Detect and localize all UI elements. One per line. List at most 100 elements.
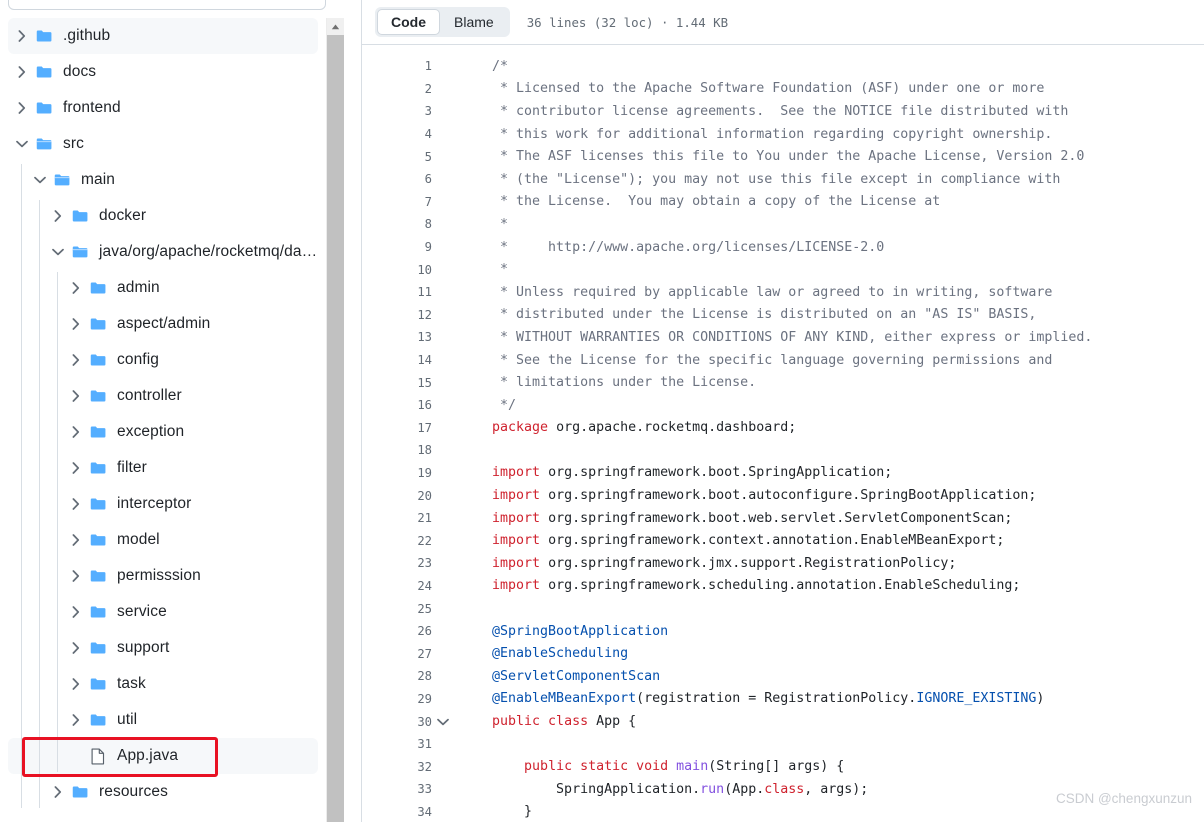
tree-item-folder[interactable]: aspect/admin bbox=[8, 306, 318, 342]
line-number[interactable]: 16 bbox=[362, 398, 432, 412]
tree-item-folder[interactable]: model bbox=[8, 522, 318, 558]
scroll-up-arrow-icon[interactable] bbox=[327, 18, 344, 35]
tree-item-folder[interactable]: docs bbox=[8, 54, 318, 90]
line-number[interactable]: 30 bbox=[362, 715, 432, 729]
tree-item-label: resources bbox=[99, 783, 168, 801]
code-line-content: * limitations under the License. bbox=[476, 375, 757, 391]
line-number[interactable]: 2 bbox=[362, 82, 432, 96]
line-number[interactable]: 17 bbox=[362, 421, 432, 435]
line-number[interactable]: 20 bbox=[362, 489, 432, 503]
tree-item-label: task bbox=[117, 675, 146, 693]
line-number[interactable]: 31 bbox=[362, 737, 432, 751]
chevron-right-icon[interactable] bbox=[68, 388, 84, 404]
line-number[interactable]: 29 bbox=[362, 692, 432, 706]
line-number[interactable]: 33 bbox=[362, 782, 432, 796]
line-number[interactable]: 4 bbox=[362, 127, 432, 141]
line-number[interactable]: 32 bbox=[362, 760, 432, 774]
file-tree: .github docs frontend src main docker java/org… bbox=[0, 18, 326, 822]
chevron-right-icon[interactable] bbox=[68, 496, 84, 512]
code-line: 20 import org.springframework.boot.autoc… bbox=[362, 484, 1204, 507]
line-number[interactable]: 5 bbox=[362, 150, 432, 164]
code-line: 16 */ bbox=[362, 394, 1204, 417]
line-number[interactable]: 6 bbox=[362, 172, 432, 186]
code-line: 12 * distributed under the License is di… bbox=[362, 304, 1204, 327]
chevron-right-icon[interactable] bbox=[68, 532, 84, 548]
sidebar-scrollbar[interactable] bbox=[326, 18, 344, 822]
line-number[interactable]: 3 bbox=[362, 104, 432, 118]
tree-item-folder[interactable]: util bbox=[8, 702, 318, 738]
line-number[interactable]: 28 bbox=[362, 669, 432, 683]
line-number[interactable]: 22 bbox=[362, 534, 432, 548]
sidebar-scrollbar-thumb[interactable] bbox=[327, 35, 344, 822]
tree-item-folder[interactable]: src bbox=[8, 126, 318, 162]
chevron-right-icon[interactable] bbox=[68, 424, 84, 440]
chevron-down-icon[interactable] bbox=[14, 136, 30, 152]
chevron-right-icon[interactable] bbox=[68, 280, 84, 296]
line-number[interactable]: 34 bbox=[362, 805, 432, 819]
line-number[interactable]: 15 bbox=[362, 376, 432, 390]
line-number[interactable]: 7 bbox=[362, 195, 432, 209]
tree-item-folder[interactable]: controller bbox=[8, 378, 318, 414]
line-number[interactable]: 9 bbox=[362, 240, 432, 254]
line-number[interactable]: 1 bbox=[362, 59, 432, 73]
chevron-right-icon[interactable] bbox=[68, 676, 84, 692]
chevron-down-icon[interactable] bbox=[32, 172, 48, 188]
line-number[interactable]: 11 bbox=[362, 285, 432, 299]
tree-item-label: src bbox=[63, 135, 84, 153]
folder-icon bbox=[90, 604, 106, 620]
tab-code[interactable]: Code bbox=[377, 9, 440, 35]
line-number[interactable]: 21 bbox=[362, 511, 432, 525]
tree-item-folder[interactable]: exception bbox=[8, 414, 318, 450]
line-number[interactable]: 23 bbox=[362, 556, 432, 570]
tree-item-folder[interactable]: config bbox=[8, 342, 318, 378]
code-line-content: @EnableMBeanExport(registration = Regist… bbox=[492, 691, 1045, 707]
chevron-right-icon[interactable] bbox=[68, 460, 84, 476]
line-number[interactable]: 10 bbox=[362, 263, 432, 277]
tree-item-folder[interactable]: service bbox=[8, 594, 318, 630]
line-number[interactable]: 13 bbox=[362, 330, 432, 344]
line-number[interactable]: 25 bbox=[362, 602, 432, 616]
code-line-content: /* bbox=[492, 58, 509, 74]
tree-item-folder[interactable]: filter bbox=[8, 450, 318, 486]
tree-item-folder[interactable]: support bbox=[8, 630, 318, 666]
chevron-right-icon[interactable] bbox=[68, 604, 84, 620]
tree-item-folder[interactable]: frontend bbox=[8, 90, 318, 126]
chevron-right-icon[interactable] bbox=[68, 568, 84, 584]
line-number[interactable]: 26 bbox=[362, 624, 432, 638]
line-number[interactable]: 14 bbox=[362, 353, 432, 367]
chevron-right-icon[interactable] bbox=[50, 784, 66, 800]
chevron-down-icon[interactable] bbox=[50, 244, 66, 260]
file-search-input[interactable] bbox=[8, 0, 326, 10]
line-number[interactable]: 18 bbox=[362, 443, 432, 457]
line-number[interactable]: 8 bbox=[362, 217, 432, 231]
chevron-right-icon[interactable] bbox=[14, 100, 30, 116]
chevron-right-icon[interactable] bbox=[68, 640, 84, 656]
tree-item-folder[interactable]: permisssion bbox=[8, 558, 318, 594]
code-line-content: * http://www.apache.org/licenses/LICENSE… bbox=[476, 239, 885, 255]
tree-item-folder[interactable]: task bbox=[8, 666, 318, 702]
folder-icon bbox=[90, 496, 106, 512]
tree-item-folder[interactable]: admin bbox=[8, 270, 318, 306]
chevron-right-icon[interactable] bbox=[68, 352, 84, 368]
line-number[interactable]: 27 bbox=[362, 647, 432, 661]
chevron-right-icon[interactable] bbox=[68, 712, 84, 728]
line-number[interactable]: 24 bbox=[362, 579, 432, 593]
tree-item-folder[interactable]: interceptor bbox=[8, 486, 318, 522]
chevron-right-icon[interactable] bbox=[14, 64, 30, 80]
line-number[interactable]: 12 bbox=[362, 308, 432, 322]
chevron-right-icon[interactable] bbox=[14, 28, 30, 44]
tab-blame[interactable]: Blame bbox=[440, 9, 508, 35]
tree-item-label: filter bbox=[117, 459, 147, 477]
tree-item-folder[interactable]: .github bbox=[8, 18, 318, 54]
tree-item-folder[interactable]: main bbox=[8, 162, 318, 198]
tree-item-folder[interactable]: java/org/apache/rocketmq/da… bbox=[8, 234, 318, 270]
chevron-right-icon[interactable] bbox=[50, 208, 66, 224]
tree-item-file[interactable]: App.java bbox=[8, 738, 318, 774]
folder-icon bbox=[36, 28, 52, 44]
chevron-right-icon[interactable] bbox=[68, 316, 84, 332]
tree-item-folder[interactable]: resources bbox=[8, 774, 318, 810]
code-content[interactable]: 1 /* 2 * Licensed to the Apache Software … bbox=[362, 45, 1204, 822]
tree-item-folder[interactable]: docker bbox=[8, 198, 318, 234]
code-fold-chevron-down-icon[interactable] bbox=[432, 718, 454, 726]
line-number[interactable]: 19 bbox=[362, 466, 432, 480]
